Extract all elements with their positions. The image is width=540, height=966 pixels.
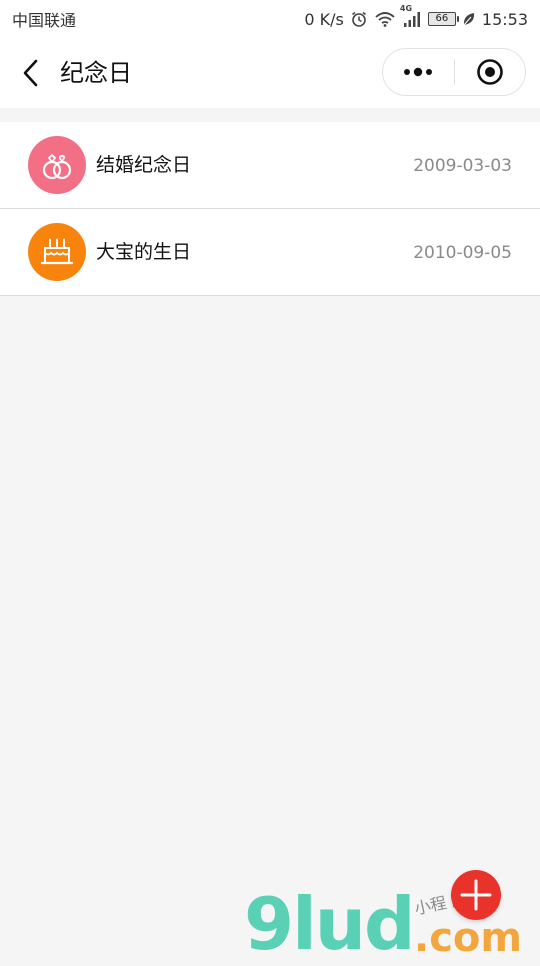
wedding-rings-icon (28, 136, 86, 194)
item-date: 2009-03-03 (413, 156, 512, 176)
list-item[interactable]: 结婚纪念日 2009-03-03 (0, 122, 540, 209)
close-mini-program-button[interactable] (455, 48, 526, 96)
leaf-icon (462, 11, 476, 27)
item-title: 大宝的生日 (96, 241, 192, 263)
status-bar: 中国联通 0 K/s 4G 66 15:53 (0, 0, 540, 38)
clock-time: 15:53 (481, 9, 528, 29)
item-date: 2010-09-05 (413, 243, 512, 263)
plus-icon (460, 879, 492, 911)
more-options-button[interactable] (383, 48, 454, 96)
add-anniversary-button[interactable] (451, 870, 501, 920)
watermark-domain-suffix: .com (414, 915, 523, 961)
status-indicators: 0 K/s 4G 66 15:53 (304, 4, 528, 29)
chevron-left-icon (23, 59, 38, 87)
more-dots-icon (404, 67, 433, 77)
back-button[interactable] (14, 56, 48, 90)
birthday-cake-icon (28, 223, 86, 281)
alarm-icon (350, 10, 368, 28)
navigation-bar: 纪念日 (0, 38, 540, 108)
network-type-label: 4G (399, 4, 413, 13)
item-title: 结婚纪念日 (96, 154, 192, 176)
page-title: 纪念日 (60, 59, 132, 87)
mini-program-capsule (382, 48, 526, 96)
battery-icon: 66 (427, 12, 459, 26)
list-item[interactable]: 大宝的生日 2010-09-05 (0, 209, 540, 296)
target-circle-icon (476, 59, 503, 85)
carrier-name: 中国联通 (12, 11, 77, 30)
cellular-signal-icon: 4G (400, 4, 422, 28)
watermark-main-text: 9lud (244, 882, 416, 966)
anniversary-list: 结婚纪念日 2009-03-03 大宝的生日 2010-09-05 (0, 122, 540, 296)
battery-level: 66 (435, 13, 449, 24)
network-speed: 0 K/s (304, 9, 344, 29)
wifi-icon (374, 10, 396, 28)
